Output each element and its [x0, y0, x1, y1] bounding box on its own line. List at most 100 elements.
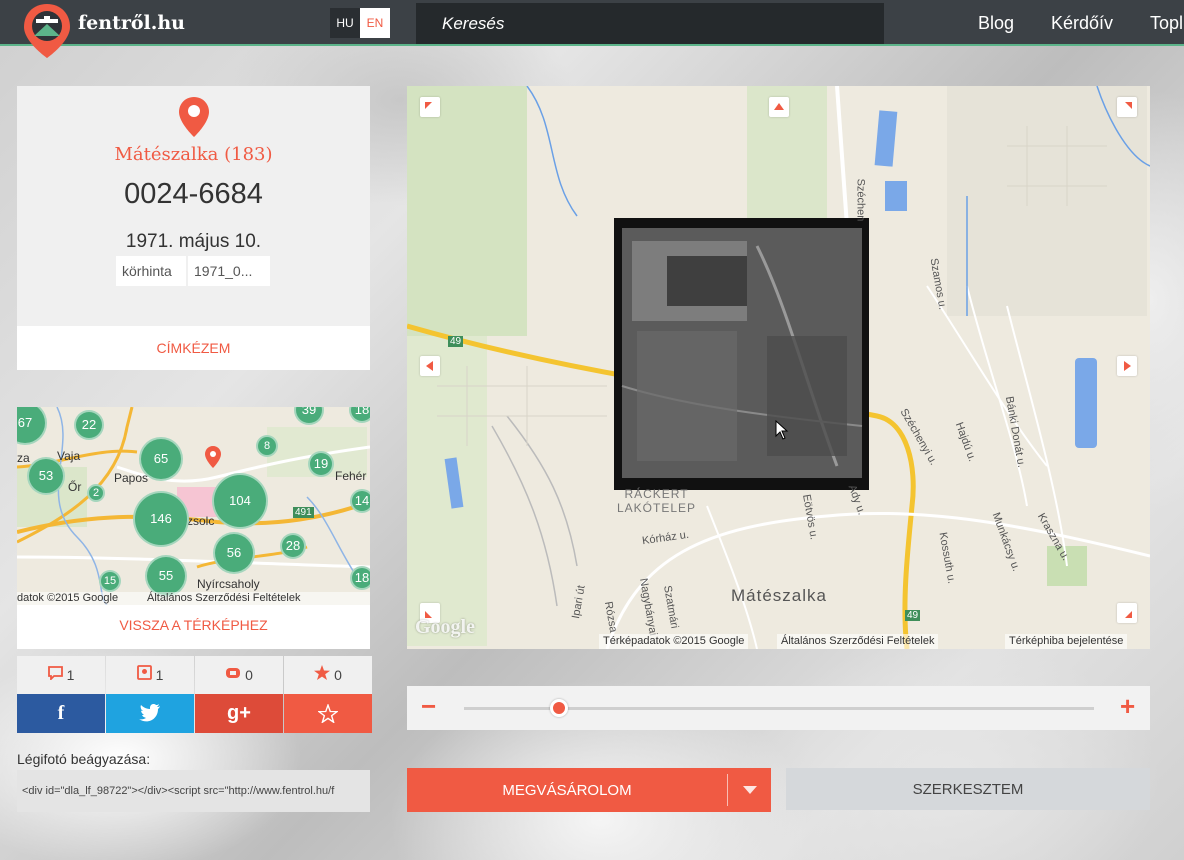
- nav-blog[interactable]: Blog: [978, 13, 1014, 34]
- favorites-count: 0: [334, 667, 342, 683]
- district-label: RÁCKERT LAKÓTELEP: [617, 487, 697, 515]
- nav-survey[interactable]: Kérdőív: [1051, 13, 1113, 34]
- map-cluster-marker[interactable]: 56: [213, 532, 255, 574]
- corner-arrow-icon: [425, 102, 432, 109]
- shares-stat[interactable]: 0: [195, 656, 283, 694]
- search-placeholder: Keresés: [442, 14, 505, 33]
- map-cluster-marker[interactable]: 15: [99, 570, 121, 592]
- arrow-right-icon: [1124, 361, 1131, 371]
- arrow-up-icon: [774, 103, 784, 110]
- overview-minimap[interactable]: Vaja za Őr Papos Fehér zsolc Nyírcsaholy…: [17, 407, 370, 605]
- opacity-slider-thumb[interactable]: [549, 699, 568, 717]
- lang-en-button[interactable]: EN: [360, 8, 390, 38]
- star-outline-icon: [317, 703, 339, 724]
- google-logo: Google: [415, 616, 475, 638]
- photo-date: 1971. május 10.: [125, 231, 262, 252]
- nav-top[interactable]: Topl: [1150, 13, 1183, 34]
- map-cluster-marker[interactable]: 146: [133, 491, 189, 547]
- pan-bottomright-button[interactable]: [1117, 603, 1137, 623]
- minimap-attribution: datok ©2015 Google Általános Szerződési …: [17, 592, 370, 605]
- map-cluster-marker[interactable]: 55: [145, 555, 187, 597]
- tag-button[interactable]: CÍMKÉZEM: [17, 326, 370, 370]
- main-map-base: [407, 86, 1150, 649]
- city-label: Mátészalka: [731, 586, 827, 605]
- map-cluster-marker[interactable]: 22: [74, 410, 104, 440]
- site-name[interactable]: fentről.hu: [78, 12, 185, 34]
- pan-topleft-button[interactable]: [420, 97, 440, 117]
- map-cluster-marker[interactable]: 18: [350, 566, 370, 590]
- googleplus-share-button[interactable]: g+: [195, 694, 283, 733]
- edit-button[interactable]: SZERKESZTEM: [786, 768, 1150, 810]
- pins-stat[interactable]: 1: [106, 656, 194, 694]
- photo-place[interactable]: Mátészalka (183): [17, 144, 370, 165]
- map-cluster-marker[interactable]: 14: [350, 489, 370, 513]
- minimap-place: Nyírcsaholy: [197, 577, 260, 591]
- comment-icon: [47, 656, 63, 694]
- minimap-place: Vaja: [57, 449, 81, 463]
- pin-icon: [136, 656, 152, 694]
- map-cluster-marker[interactable]: 28: [280, 533, 306, 559]
- map-cluster-marker[interactable]: 2: [87, 484, 105, 502]
- embed-label: Légifotó beágyazása:: [17, 751, 151, 767]
- facebook-icon: f: [57, 702, 65, 724]
- mouse-cursor-icon: [775, 420, 789, 440]
- map-cluster-marker[interactable]: 65: [139, 437, 183, 481]
- slider-minus-button[interactable]: −: [421, 691, 436, 721]
- map-cluster-marker[interactable]: 19: [308, 451, 334, 477]
- twitter-share-button[interactable]: [106, 694, 194, 733]
- favorite-button[interactable]: [284, 694, 372, 733]
- street-label: Széchen: [854, 178, 867, 222]
- minimap-attribution-data: datok ©2015 Google: [17, 592, 119, 604]
- buy-divider: [727, 774, 728, 806]
- minimap-place: Fehér: [335, 469, 367, 483]
- map-attribution-terms[interactable]: Általános Szerződési Feltételek: [777, 634, 939, 649]
- googleplus-icon: g+: [227, 702, 251, 724]
- minimap-place: za: [17, 451, 30, 465]
- lang-hu-button[interactable]: HU: [330, 8, 360, 38]
- pins-count: 1: [155, 667, 164, 683]
- map-report-error-link[interactable]: Térképhiba bejelentése: [1005, 634, 1128, 649]
- star-icon: [314, 656, 331, 694]
- road-badge: 49: [905, 610, 921, 621]
- minimap-place: zsolc: [187, 514, 215, 528]
- opacity-slider-bar: − +: [407, 686, 1150, 730]
- photo-id: 0024-6684: [124, 178, 263, 210]
- slider-plus-button[interactable]: +: [1120, 691, 1135, 721]
- minimap-place: Papos: [114, 471, 149, 485]
- buy-button-label: MEGVÁSÁROLOM: [502, 782, 632, 799]
- tag-item[interactable]: körhinta: [116, 256, 186, 286]
- pan-up-button[interactable]: [769, 97, 789, 117]
- corner-arrow-icon: [1125, 102, 1132, 109]
- facebook-share-button[interactable]: f: [17, 694, 105, 733]
- map-cluster-marker[interactable]: 8: [256, 435, 278, 457]
- road-badge: 49: [448, 336, 464, 347]
- corner-arrow-icon: [1125, 611, 1132, 618]
- tag-item[interactable]: 1971_0...: [188, 256, 270, 286]
- search-input[interactable]: Keresés: [416, 3, 884, 44]
- pan-topright-button[interactable]: [1117, 97, 1137, 117]
- logo-pin-icon[interactable]: [22, 2, 72, 60]
- map-attribution-data: Térképadatok ©2015 Google: [599, 634, 749, 649]
- back-to-map-button[interactable]: VISSZA A TÉRKÉPHEZ: [17, 605, 370, 649]
- chevron-down-icon[interactable]: [743, 786, 757, 794]
- main-map[interactable]: Széchen Szamos u. Széchenyi u. Hajdú u. …: [407, 86, 1150, 649]
- pan-right-button[interactable]: [1117, 356, 1137, 376]
- photo-info-card: Mátészalka (183) 0024-6684 1971. május 1…: [17, 86, 370, 370]
- current-location-pin-icon: [205, 446, 221, 468]
- embed-code-field[interactable]: <div id="dla_lf_98722"></div><script src…: [17, 770, 370, 812]
- twitter-icon: [139, 704, 160, 722]
- favorites-stat[interactable]: 0: [284, 656, 372, 694]
- map-cluster-marker[interactable]: 104: [212, 473, 268, 529]
- minimap-place: Őr: [68, 480, 82, 494]
- repeat-icon: [225, 656, 241, 694]
- minimap-roads: [17, 407, 370, 605]
- pan-left-button[interactable]: [420, 356, 440, 376]
- comments-stat[interactable]: 1: [17, 656, 105, 694]
- shares-count: 0: [245, 667, 253, 683]
- comments-count: 1: [66, 667, 75, 683]
- map-cluster-marker[interactable]: 53: [27, 457, 65, 495]
- navbar: fentről.hu HU EN Keresés Blog Kérdőív To…: [0, 0, 1184, 46]
- arrow-left-icon: [426, 361, 433, 371]
- minimap-attribution-terms[interactable]: Általános Szerződési Feltételek: [147, 592, 300, 604]
- buy-button[interactable]: MEGVÁSÁROLOM: [407, 768, 771, 812]
